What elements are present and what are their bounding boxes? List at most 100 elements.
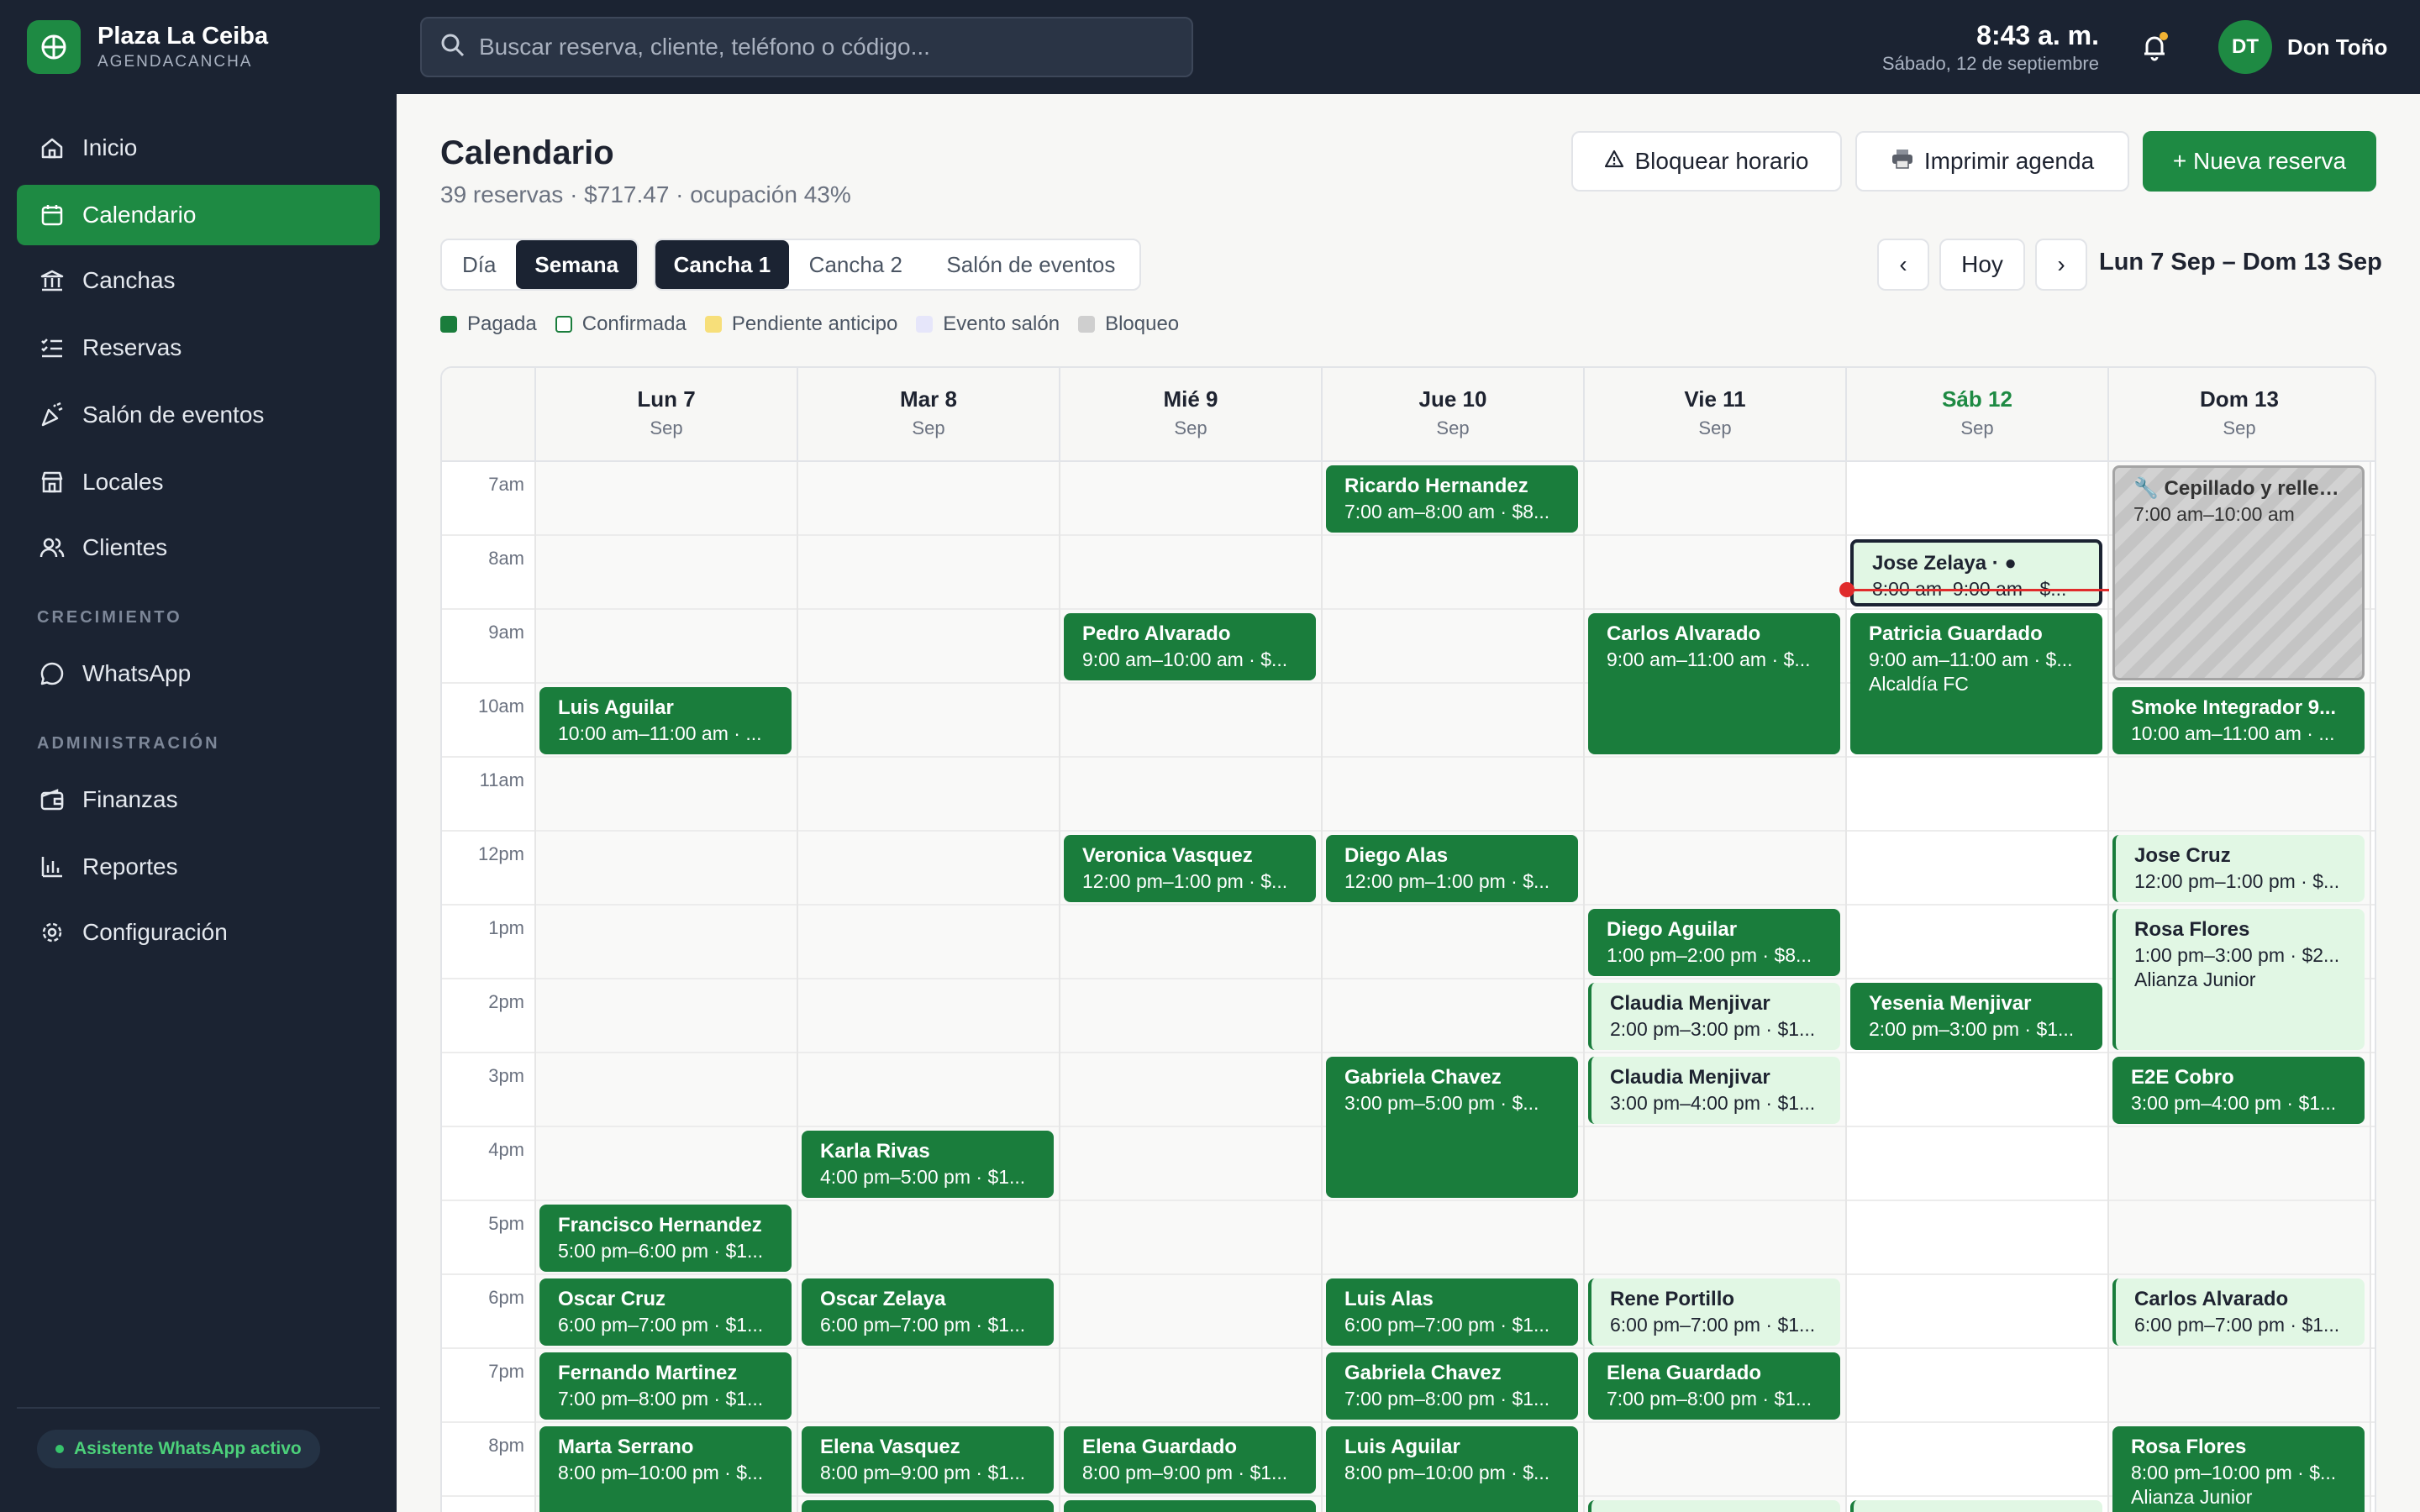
brand[interactable]: Plaza La Ceiba AGENDACANCHA [27,20,268,74]
new-reservation-button[interactable]: + Nueva reserva [2143,131,2376,192]
reservation-event[interactable]: Diego Aguilar 1:00 pm–2:00 pm · $8... [1588,909,1840,976]
next-week-button[interactable]: › [2035,239,2087,291]
reservation-event[interactable]: Oscar Cruz 6:00 pm–7:00 pm · $1... [539,1278,792,1346]
reservation-event[interactable]: Francisco Hernandez 5:00 pm–6:00 pm · $1.… [539,1205,792,1272]
event-time: 6:00 pm–7:00 pm · $1... [1344,1314,1550,1336]
reservation-event[interactable]: Ricardo Hernandez 7:00 am–8:00 am · $8... [1326,465,1578,533]
reservation-event[interactable]: Veronica Vasquez 12:00 pm–1:00 pm · $... [1064,835,1316,902]
day-month: Sep [2223,417,2256,438]
day-header[interactable]: Dom 13 Sep [2107,368,2370,462]
search-box[interactable] [420,17,1193,77]
sidebar-item-inicio[interactable]: Inicio [17,118,380,178]
home-icon [37,133,67,163]
reservation-event[interactable]: Carlos Alvarado 6:00 pm–7:00 pm · $1... [2112,1278,2365,1346]
view-day-button[interactable]: Día [442,240,516,289]
sidebar-item-calendario[interactable]: Calendario [17,185,380,245]
assistant-status-badge[interactable]: Asistente WhatsApp activo [37,1430,320,1468]
reservation-event[interactable]: Patricia Guardado 9:00 am–11:00 am · $...… [1850,613,2102,754]
day-header[interactable]: Mié 9 Sep [1059,368,1321,462]
court-tab-salon-eventos[interactable]: Salón de eventos [923,240,1139,289]
reservation-event[interactable]: Luis Aguilar 10:00 am–11:00 am · ... [539,687,792,754]
reservation-event[interactable] [1850,1500,2102,1512]
view-week-button[interactable]: Semana [516,240,637,289]
legend-item-event-salon: Evento salón [916,312,1060,336]
day-name: Dom 13 [2200,386,2279,412]
day-name: Vie 11 [1684,386,1746,412]
reservation-event[interactable]: Elena Guardado 8:00 pm–9:00 pm · $1... [1064,1426,1316,1494]
reservation-event[interactable]: Diego Alas 12:00 pm–1:00 pm · $... [1326,835,1578,902]
reservation-event[interactable]: Gabriela Chavez 7:00 pm–8:00 pm · $1... [1326,1352,1578,1420]
sidebar-item-label: Canchas [82,267,176,293]
reservation-event[interactable] [1064,1500,1316,1512]
reservation-event[interactable]: Claudia Menjivar 2:00 pm–3:00 pm · $1... [1588,983,1840,1050]
sidebar-item-whatsapp[interactable]: WhatsApp [17,643,380,704]
block-time-button[interactable]: Bloquear horario [1571,131,1842,192]
sidebar-item-salon-de-eventos[interactable]: Salón de eventos [17,385,380,445]
reservation-event[interactable]: Oscar Zelaya 6:00 pm–7:00 pm · $1... [802,1278,1054,1346]
reservation-event[interactable]: Elena Guardado 7:00 pm–8:00 pm · $1... [1588,1352,1840,1420]
hour-label: 7pm [488,1361,524,1382]
new-reservation-label: + Nueva reserva [2172,148,2347,174]
sidebar-item-reservas[interactable]: Reservas [17,318,380,378]
day-header[interactable]: Mar 8 Sep [797,368,1059,462]
top-bar: Plaza La Ceiba AGENDACANCHA 8:43 a. m. S… [0,0,2420,94]
reservation-event[interactable]: Fernando Martinez 7:00 pm–8:00 pm · $1... [539,1352,792,1420]
sidebar-divider [17,1407,380,1409]
event-time: 7:00 pm–8:00 pm · $1... [1607,1388,1812,1410]
sidebar-item-configuracion[interactable]: Configuración [17,902,380,963]
event-time: 12:00 pm–1:00 pm · $... [2134,870,2340,892]
today-button[interactable]: Hoy [1939,239,2025,291]
sidebar-item-clientes[interactable]: Clientes [17,517,380,578]
legend-item-paid: Pagada [440,312,537,336]
reservation-event[interactable]: Jose Zelaya · ●8:00 am–9:00 am · $... [1850,539,2102,606]
day-header[interactable]: Vie 11 Sep [1583,368,1845,462]
reservation-event[interactable]: Marta Serrano 8:00 pm–10:00 pm · $... [539,1426,792,1512]
reservation-event[interactable]: Rosa Flores 8:00 pm–10:00 pm · $... Alianz… [2112,1426,2365,1512]
status-dot [55,1445,64,1453]
search-input[interactable] [479,34,1168,60]
week-calendar: Lun 7 Sep Mar 8 Sep Mié 9 Sep Jue 10 Sep Vie 11 S… [440,366,2376,1512]
sidebar-item-locales[interactable]: Locales [17,452,380,512]
sidebar-item-label: Configuración [82,919,228,945]
event-time: 7:00 am–10:00 am [2133,503,2295,525]
reservation-event[interactable]: Yesenia Menjivar 2:00 pm–3:00 pm · $1... [1850,983,2102,1050]
hour-label: 8am [488,548,524,569]
event-title: Fernando Martinez [558,1362,738,1384]
event-title: Ricardo Hernandez [1344,475,1528,497]
reservation-event[interactable]: Karla Rivas 4:00 pm–5:00 pm · $1... [802,1131,1054,1198]
day-header[interactable]: Sáb 12 Sep [1845,368,2107,462]
reservation-event[interactable] [802,1500,1054,1512]
day-header[interactable]: Jue 10 Sep [1321,368,1583,462]
event-title: Carlos Alvarado [2134,1288,2289,1310]
reservation-event[interactable]: Claudia Menjivar 3:00 pm–4:00 pm · $1... [1588,1057,1840,1124]
reservation-event[interactable]: Elena Vasquez 8:00 pm–9:00 pm · $1... [802,1426,1054,1494]
reservation-event[interactable]: Smoke Integrador 9... 10:00 am–11:00 am ·… [2112,687,2365,754]
notifications-bell-icon[interactable] [2134,27,2175,67]
day-header[interactable]: Lun 7 Sep [534,368,797,462]
hour-label: 3pm [488,1065,524,1086]
reservation-event[interactable]: Luis Aguilar 8:00 pm–10:00 pm · $... [1326,1426,1578,1512]
event-title: Patricia Guardado [1869,622,2043,645]
reservation-event[interactable]: Pedro Alvarado 9:00 am–10:00 am · $... [1064,613,1316,680]
reservation-event[interactable]: Rosa Flores 1:00 pm–3:00 pm · $2... Alianz… [2112,909,2365,1050]
reservation-event[interactable]: Gabriela Chavez 3:00 pm–5:00 pm · $... [1326,1057,1578,1198]
hour-row [442,906,2375,979]
reservation-event[interactable]: Rene Portillo 6:00 pm–7:00 pm · $1... [1588,1278,1840,1346]
sidebar-item-finanzas[interactable]: Finanzas [17,769,380,830]
reservation-event[interactable]: E2E Cobro 3:00 pm–4:00 pm · $1... [2112,1057,2365,1124]
column-divider [1059,462,1060,1512]
day-name: Mar 8 [900,386,957,412]
event-title: Claudia Menjivar [1610,1066,1770,1089]
reservation-event[interactable] [1588,1500,1840,1512]
reservation-event[interactable]: Luis Alas 6:00 pm–7:00 pm · $1... [1326,1278,1578,1346]
reservation-event[interactable]: Jose Cruz 12:00 pm–1:00 pm · $... [2112,835,2365,902]
court-tab-cancha-1[interactable]: Cancha 1 [655,240,789,289]
court-tab-cancha-2[interactable]: Cancha 2 [789,240,923,289]
blocked-slot[interactable]: 🔧 Cepillado y rellen... 7:00 am–10:00 am [2112,465,2365,680]
print-agenda-button[interactable]: Imprimir agenda [1855,131,2129,192]
reservation-event[interactable]: Carlos Alvarado 9:00 am–11:00 am · $... [1588,613,1840,754]
sidebar-item-canchas[interactable]: Canchas [17,250,380,311]
user-menu[interactable]: DT Don Toño [2218,20,2387,74]
prev-week-button[interactable]: ‹ [1877,239,1929,291]
sidebar-item-reportes[interactable]: Reportes [17,837,380,897]
